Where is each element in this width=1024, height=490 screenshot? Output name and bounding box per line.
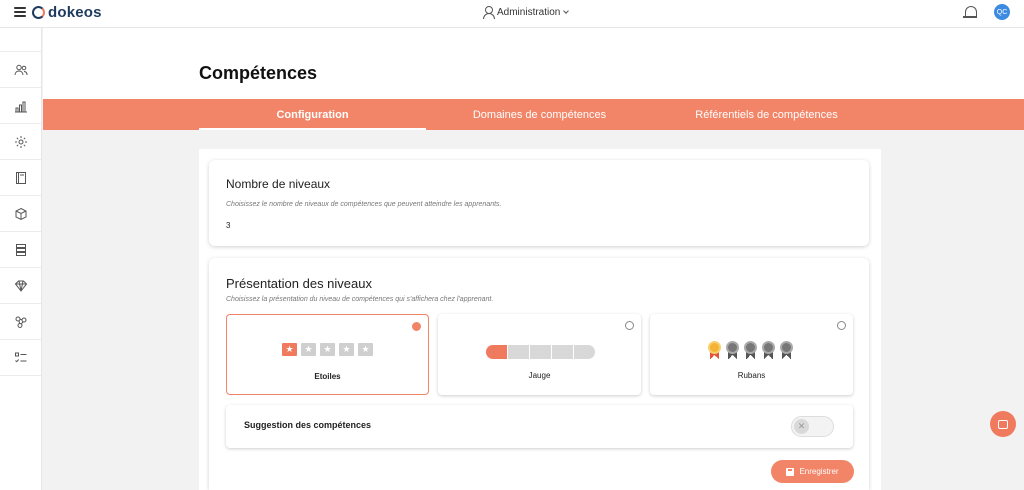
star-icon: ★ — [320, 343, 335, 356]
option-stars[interactable]: ★ ★ ★ ★ ★ Etoiles — [226, 314, 429, 395]
sidebar-item-network[interactable] — [0, 304, 41, 340]
logo-text: dokeos — [48, 4, 102, 21]
tab-configuration[interactable]: Configuration — [199, 99, 426, 130]
network-icon — [15, 316, 26, 328]
configuration-panel: Nombre de niveaux Choisissez le nombre d… — [199, 149, 881, 490]
radio-ribbons[interactable] — [837, 321, 846, 330]
levels-description: Choisissez le nombre de niveaux de compé… — [226, 201, 502, 208]
user-icon — [483, 6, 495, 19]
levels-card: Nombre de niveaux Choisissez le nombre d… — [209, 160, 869, 246]
star-icon: ★ — [282, 343, 297, 356]
logo-mark-icon — [32, 6, 45, 19]
ribbon-icon — [779, 341, 794, 359]
gauge-preview — [486, 345, 595, 359]
ribbon-icon — [725, 341, 740, 359]
sidebar-item-courses[interactable] — [0, 160, 41, 196]
option-ribbons[interactable]: Rubans — [650, 314, 853, 395]
star-icon: ★ — [358, 343, 373, 356]
checklist-icon — [14, 352, 26, 362]
presentation-description: Choisissez la présentation du niveau de … — [226, 296, 494, 303]
stars-preview: ★ ★ ★ ★ ★ — [282, 343, 373, 356]
star-icon: ★ — [301, 343, 316, 356]
sidebar-item-statistics[interactable] — [0, 88, 41, 124]
suggestion-row: Suggestion des compétences ✕ — [226, 405, 853, 448]
tab-skill-frameworks[interactable]: Référentiels de compétences — [653, 99, 880, 130]
option-gauge-label: Jauge — [528, 371, 551, 380]
menu-icon[interactable] — [14, 7, 26, 17]
radio-gauge[interactable] — [625, 321, 634, 330]
sidebar-item-modules[interactable] — [0, 196, 41, 232]
avatar[interactable]: QC — [994, 4, 1010, 20]
sidebar-item-users[interactable] — [0, 52, 41, 88]
book-icon — [15, 171, 26, 184]
chat-button[interactable] — [990, 411, 1016, 437]
tab-bar: Configuration Domaines de compétences Ré… — [43, 99, 1024, 130]
save-button[interactable]: Enregistrer — [771, 460, 854, 483]
administration-label: Administration — [497, 6, 561, 18]
database-icon — [15, 243, 26, 256]
logo[interactable]: dokeos — [32, 4, 102, 21]
bar-chart-icon — [14, 101, 27, 112]
gear-icon — [14, 135, 27, 148]
diamond-icon — [14, 280, 27, 292]
page-title: Compétences — [199, 63, 318, 83]
chat-icon — [998, 419, 1008, 429]
levels-title: Nombre de niveaux — [226, 177, 331, 191]
presentation-title: Présentation des niveaux — [226, 276, 372, 291]
sidebar-item-skills[interactable] — [0, 268, 41, 304]
ribbon-icon — [761, 341, 776, 359]
sidebar-item-settings[interactable] — [0, 124, 41, 160]
sidebar-item-tasks[interactable] — [0, 340, 41, 376]
users-icon — [14, 64, 27, 75]
chevron-down-icon — [563, 8, 570, 14]
top-bar: dokeos Administration QC — [0, 0, 1024, 28]
save-button-label: Enregistrer — [799, 467, 839, 476]
option-ribbons-label: Rubans — [737, 371, 766, 380]
presentation-card: Présentation des niveaux Choisissez la p… — [209, 258, 869, 490]
sidebar — [0, 28, 42, 490]
option-gauge[interactable]: Jauge — [438, 314, 641, 395]
close-icon: ✕ — [794, 419, 809, 434]
ribbons-preview — [707, 341, 794, 359]
suggestion-label: Suggestion des compétences — [244, 420, 372, 430]
sidebar-spacer — [0, 28, 41, 52]
sidebar-item-data[interactable] — [0, 232, 41, 268]
option-stars-label: Etoiles — [314, 372, 341, 381]
ribbon-icon — [707, 341, 722, 359]
suggestion-toggle[interactable]: ✕ — [791, 416, 834, 437]
administration-menu[interactable]: Administration — [483, 6, 570, 19]
save-icon — [786, 467, 795, 476]
tab-skill-domains[interactable]: Domaines de compétences — [426, 99, 653, 130]
radio-stars[interactable] — [412, 322, 421, 331]
page-header — [43, 28, 1024, 99]
bell-icon[interactable] — [963, 5, 978, 21]
star-icon: ★ — [339, 343, 354, 356]
ribbon-icon — [743, 341, 758, 359]
cube-icon — [15, 207, 26, 220]
levels-value[interactable]: 3 — [226, 221, 230, 230]
